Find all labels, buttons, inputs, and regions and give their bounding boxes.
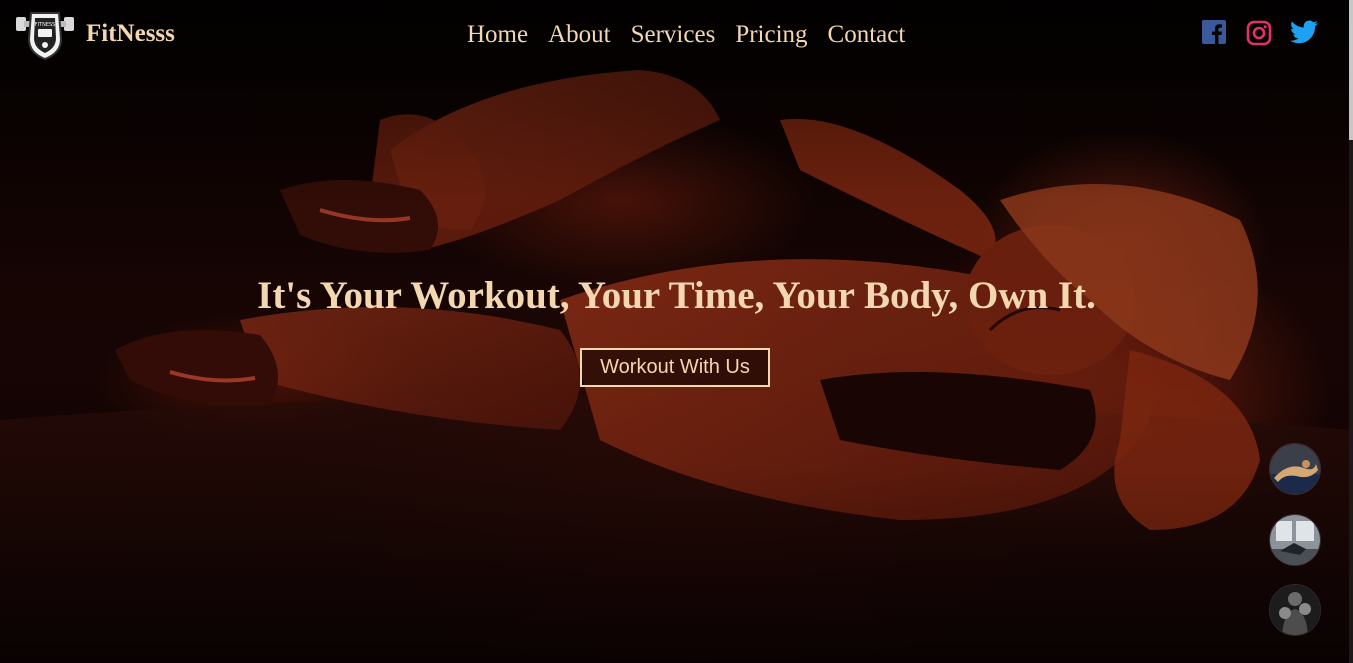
facebook-icon[interactable] [1202,20,1226,44]
twitter-icon[interactable] [1290,20,1318,44]
workout-photo-thumbnail-1[interactable] [1269,443,1321,495]
vertical-scrollbar[interactable] [1349,0,1353,663]
svg-text:FITNESS: FITNESS [35,22,56,28]
hero-dark-overlay [0,0,1353,663]
top-navigation-bar: FITNESS FitNesss Home About Services Pri… [0,0,1353,72]
nav-link-home[interactable]: Home [467,19,528,51]
gym-dumbbell-shield-icon[interactable]: FITNESS [15,9,75,61]
boxer-photo-thumbnail-3[interactable] [1269,584,1321,636]
hero-background-image [0,0,1353,663]
nav-link-pricing[interactable]: Pricing [735,19,807,51]
workout-with-us-button[interactable]: Workout With Us [580,348,770,387]
instagram-icon[interactable] [1246,20,1272,46]
nav-link-contact[interactable]: Contact [828,19,906,51]
brand-name[interactable]: FitNesss [86,20,175,48]
nav-link-about[interactable]: About [548,19,611,51]
main-menu: Home About Services Pricing Contact [467,19,905,51]
gym-photo-thumbnail-2[interactable] [1269,514,1321,566]
hero-headline: It's Your Workout, Your Time, Your Body,… [257,274,1096,317]
nav-link-services[interactable]: Services [631,19,716,51]
